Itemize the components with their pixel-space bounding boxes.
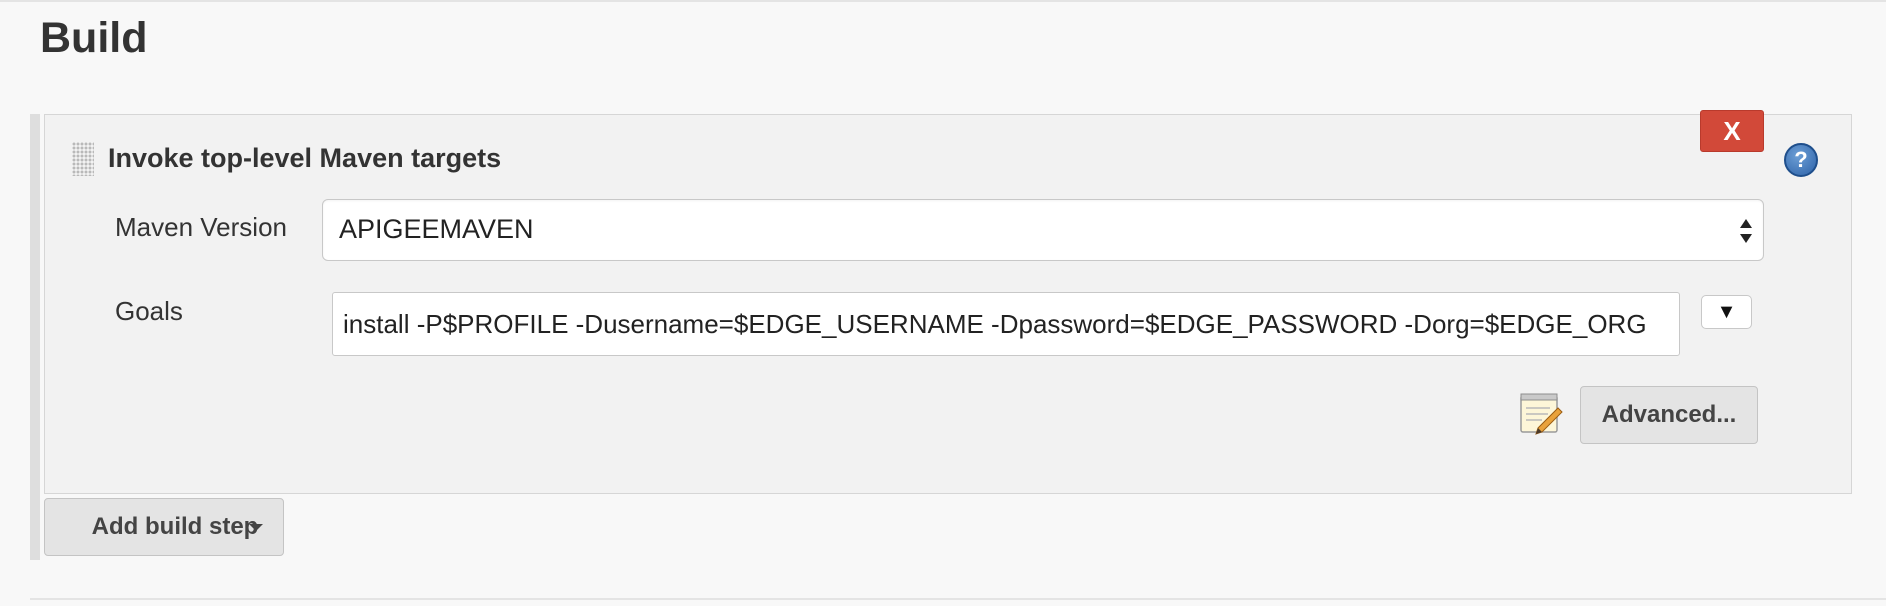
advanced-button[interactable]: Advanced... bbox=[1580, 386, 1758, 444]
maven-version-select[interactable]: APIGEEMAVEN bbox=[322, 199, 1764, 261]
add-build-step-label: Add build step bbox=[91, 513, 259, 540]
select-arrows-icon bbox=[1740, 219, 1752, 243]
goals-input[interactable] bbox=[332, 292, 1680, 356]
top-divider bbox=[0, 0, 1886, 2]
delete-step-button[interactable]: X bbox=[1700, 110, 1764, 152]
goals-label: Goals bbox=[115, 296, 183, 326]
section-title: Build bbox=[40, 14, 148, 62]
build-step-title: Invoke top-level Maven targets bbox=[108, 143, 502, 173]
drag-handle-icon[interactable] bbox=[72, 142, 94, 176]
notepad-icon[interactable] bbox=[1518, 390, 1564, 436]
add-build-step-button[interactable]: Add build step bbox=[44, 498, 284, 556]
section-left-bar bbox=[30, 114, 40, 560]
caret-down-icon bbox=[249, 524, 263, 531]
maven-version-selected: APIGEEMAVEN bbox=[339, 214, 534, 244]
help-icon[interactable]: ? bbox=[1784, 143, 1818, 177]
bottom-divider bbox=[30, 598, 1886, 600]
maven-version-label: Maven Version bbox=[115, 212, 287, 242]
expand-goals-button[interactable]: ▼ bbox=[1701, 295, 1752, 329]
